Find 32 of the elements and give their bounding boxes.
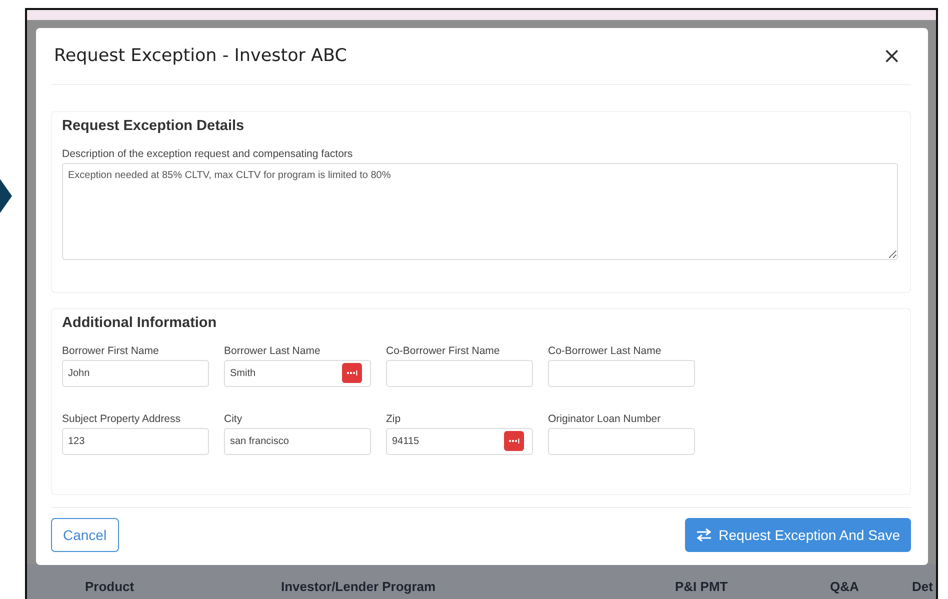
close-button[interactable]: × (878, 44, 905, 68)
field-label: Borrower First Name (62, 345, 160, 357)
field-label: Originator Loan Number (548, 413, 662, 425)
more-options-icon[interactable] (504, 431, 524, 451)
column-header: Product (85, 578, 136, 594)
cancel-button[interactable]: Cancel (51, 518, 119, 552)
field-label: Subject Property Address (62, 413, 182, 425)
input-field[interactable] (548, 360, 695, 387)
column-header: P&I PMT (675, 578, 729, 594)
column-header: Q&A (830, 578, 860, 594)
field-label: Co-Borrower Last Name (548, 345, 662, 357)
input-field[interactable] (548, 428, 695, 455)
field-label: Co-Borrower First Name (386, 345, 501, 357)
input-field[interactable]: san francisco (224, 428, 371, 455)
section-title: Request Exception Details (62, 118, 246, 134)
input-field[interactable]: 123 (62, 428, 209, 455)
column-header: Investor/Lender Program (281, 578, 437, 594)
input-field[interactable]: 94115 (386, 428, 533, 455)
field-label: Zip (386, 413, 402, 425)
input-field[interactable]: John (62, 360, 209, 387)
dialog-title: Request Exception - Investor ABC (54, 46, 347, 66)
field-label: City (224, 413, 244, 425)
field-label: Borrower Last Name (224, 345, 322, 357)
description-field[interactable]: Exception needed at 85% CLTV, max CLTV for program is limited to 80% (62, 163, 898, 260)
section-title: Additional Information (62, 315, 218, 331)
more-options-icon[interactable] (342, 363, 362, 383)
input-field[interactable]: Smith (224, 360, 371, 387)
chevron-right-icon (0, 179, 12, 213)
input-field[interactable] (386, 360, 533, 387)
field-label: Description of the exception request and compensating factors (62, 148, 354, 160)
swap-arrows-icon (696, 528, 712, 542)
column-header: Det (912, 578, 933, 594)
